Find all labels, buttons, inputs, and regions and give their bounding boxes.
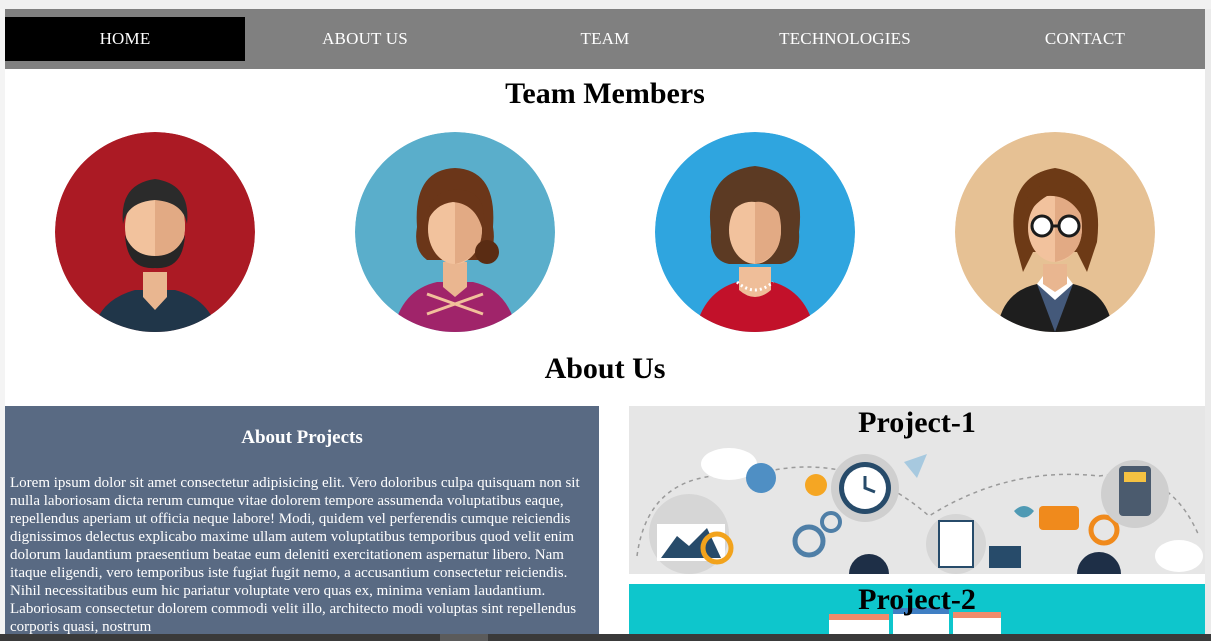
main-navbar: HOME ABOUT US TEAM TECHNOLOGIES CONTACT — [5, 9, 1205, 69]
nav-home[interactable]: HOME — [5, 17, 245, 61]
nav-contact[interactable]: CONTACT — [965, 9, 1205, 69]
woman-glasses-avatar — [955, 132, 1155, 332]
project-2-card[interactable]: Project-2 — [629, 584, 1205, 641]
vertical-scrollbar[interactable] — [1205, 9, 1211, 641]
about-projects-title: About Projects — [241, 427, 363, 448]
horizontal-scrollbar[interactable] — [0, 634, 1211, 641]
about-projects-panel: About Projects Lorem ipsum dolor sit ame… — [5, 406, 599, 641]
team-members-heading: Team Members — [505, 77, 705, 110]
project-1-title: Project-1 — [858, 406, 976, 439]
project-2-title: Project-2 — [858, 584, 976, 616]
about-projects-text: Lorem ipsum dolor sit amet consectetur a… — [10, 475, 580, 635]
woman-curly-hair-avatar — [655, 132, 855, 332]
nav-team[interactable]: TEAM — [485, 9, 725, 69]
about-us-heading: About Us — [544, 352, 666, 385]
bearded-man-avatar — [55, 132, 255, 332]
horizontal-scrollbar-thumb[interactable] — [440, 634, 488, 641]
project-1-card[interactable]: Project-1 — [629, 406, 1205, 574]
woman-ponytail-avatar — [355, 132, 555, 332]
browser-top-strip — [0, 0, 1211, 9]
nav-about-us[interactable]: ABOUT US — [245, 9, 485, 69]
nav-technologies[interactable]: TECHNOLOGIES — [725, 9, 965, 69]
